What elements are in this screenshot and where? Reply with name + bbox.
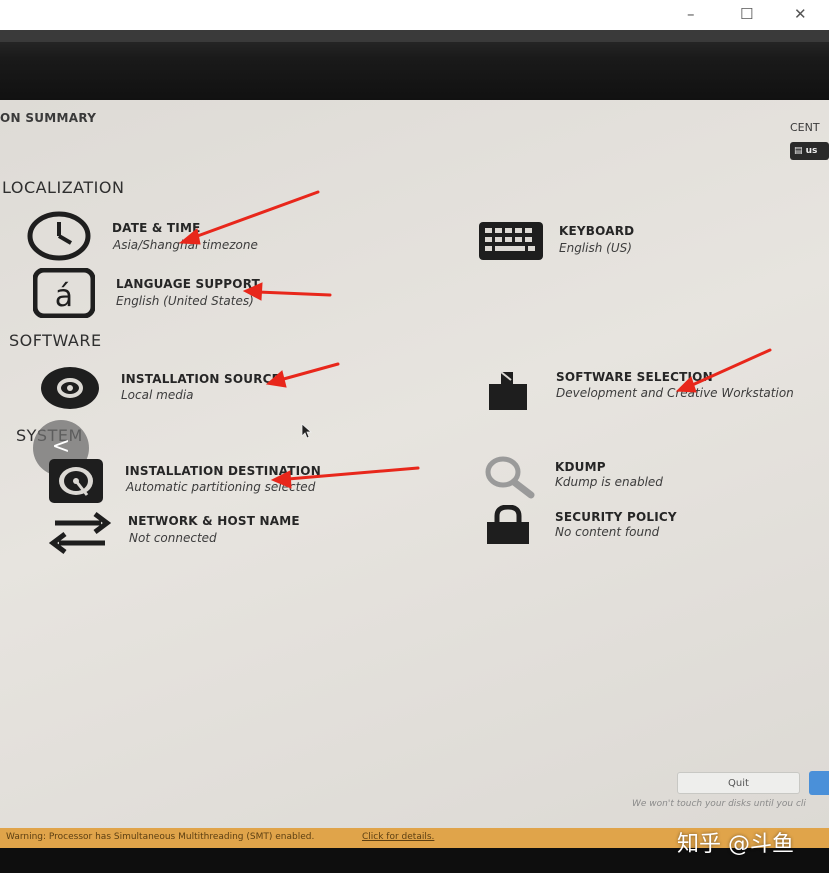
- network-arrows-icon: [49, 512, 111, 554]
- network-title: NETWORK & HOST NAME: [128, 514, 300, 528]
- security-policy-title: SECURITY POLICY: [555, 510, 677, 524]
- monitor-edge: [0, 30, 829, 42]
- installation-source-title: INSTALLATION SOURCE: [121, 372, 281, 386]
- date-time-status: Asia/Shanghai timezone: [113, 238, 258, 252]
- warning-text: Warning: Processor has Simultaneous Mult…: [6, 832, 315, 842]
- kdump-title: KDUMP: [555, 460, 606, 474]
- keyboard-layout-badge[interactable]: ▤ us: [790, 142, 829, 160]
- language-support-status: English (United States): [116, 294, 254, 308]
- minimize-button[interactable]: –: [687, 5, 695, 23]
- keyboard-status: English (US): [559, 241, 632, 255]
- monitor-bezel: [0, 30, 829, 100]
- language-support-title: LANGUAGE SUPPORT: [116, 277, 260, 291]
- section-localization: LOCALIZATION: [2, 178, 125, 197]
- lock-icon: [487, 505, 529, 544]
- warning-details-link[interactable]: Click for details.: [362, 832, 434, 842]
- date-time-title: DATE & TIME: [112, 221, 201, 235]
- network-status: Not connected: [129, 531, 217, 545]
- begin-installation-button[interactable]: [809, 771, 829, 795]
- watermark-text: 知乎 @斗鱼: [677, 832, 794, 857]
- keyboard-layout-label: us: [805, 146, 818, 156]
- svg-text:á: á: [55, 279, 73, 314]
- security-policy-status: No content found: [555, 525, 660, 539]
- installation-destination-status: Automatic partitioning selected: [126, 480, 316, 494]
- close-button[interactable]: ✕: [794, 5, 807, 23]
- maximize-button[interactable]: ☐: [740, 5, 753, 23]
- installation-destination-title: INSTALLATION DESTINATION: [125, 464, 321, 478]
- section-software: SOFTWARE: [9, 331, 102, 350]
- quit-button[interactable]: Quit: [677, 772, 800, 794]
- disc-icon: [41, 367, 99, 409]
- installation-source-status: Local media: [121, 388, 194, 402]
- mouse-cursor-icon: [301, 423, 313, 439]
- kdump-status: Kdump is enabled: [555, 475, 663, 489]
- product-label: CENT: [790, 121, 820, 134]
- package-icon: [489, 371, 527, 410]
- keyboard-title: KEYBOARD: [559, 224, 635, 238]
- page-title: ON SUMMARY: [0, 111, 97, 125]
- window-titlebar: – ☐ ✕: [0, 0, 829, 30]
- hard-disk-icon: [49, 459, 103, 503]
- disk-note: We won't touch your disks until you cli: [632, 799, 806, 809]
- language-icon: á: [33, 268, 95, 318]
- magnifier-icon: [485, 456, 535, 499]
- monitor-photo: ON SUMMARY CENT ▤ us LOCALIZATION SOFTWA…: [0, 30, 829, 873]
- software-selection-status: Development and Creative Workstation: [556, 386, 794, 400]
- clock-icon: [27, 211, 91, 261]
- software-selection-title: SOFTWARE SELECTION: [556, 370, 713, 384]
- keyboard-icon: [479, 222, 543, 260]
